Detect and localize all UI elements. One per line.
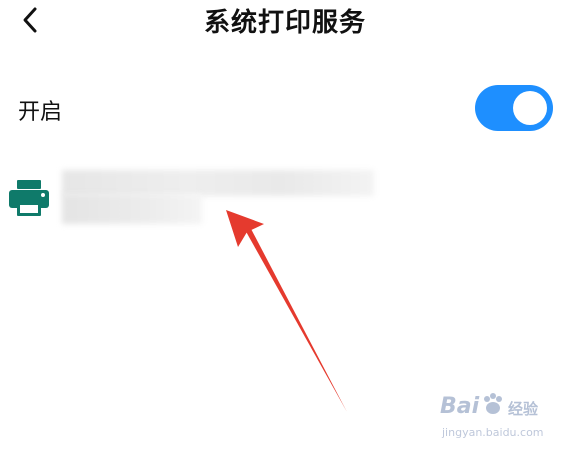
watermark-text: 经验 (508, 400, 539, 418)
printer-name-redacted (62, 170, 374, 228)
page-title: 系统打印服务 (203, 8, 366, 38)
baidu-jingyan-watermark: Bai 经验 jingyan.baidu.com (440, 392, 560, 452)
watermark-logo: Bai (440, 394, 480, 419)
enable-toggle[interactable] (475, 85, 553, 131)
red-arrow-annotation (226, 210, 347, 412)
enable-setting-row: 开启 (0, 82, 570, 136)
enable-label: 开启 (18, 100, 63, 125)
printer-list-item[interactable] (0, 168, 570, 230)
watermark-url: jingyan.baidu.com (442, 426, 544, 439)
printer-icon (9, 180, 49, 216)
header: 系统打印服务 (0, 0, 570, 44)
paw-icon (484, 393, 502, 414)
print-service-screen: 系统打印服务 开启 Bai 经验 jingyan.baidu.com (0, 0, 570, 460)
toggle-knob (513, 91, 547, 125)
